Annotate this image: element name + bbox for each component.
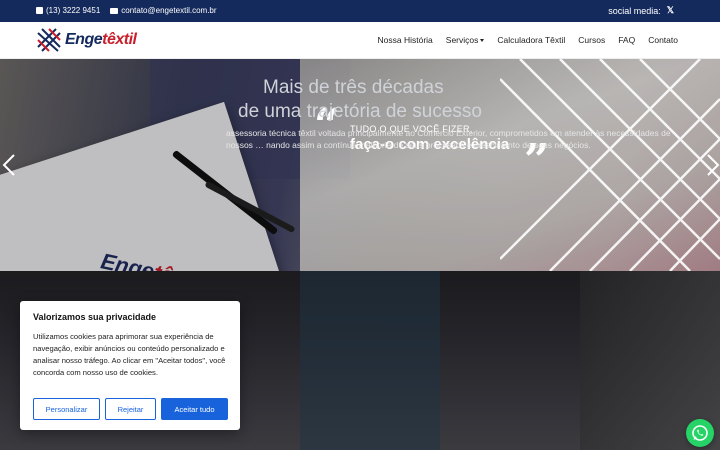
nav-item-servicos-label: Serviços: [445, 35, 479, 45]
customize-button[interactable]: Personalizar: [33, 398, 100, 420]
logo-text: Engetêxtil: [65, 31, 137, 49]
chevron-down-icon: [480, 39, 485, 43]
nav-item-historia[interactable]: Nossa História: [378, 35, 433, 45]
envelope-icon: [110, 7, 119, 14]
whatsapp-icon: [692, 425, 708, 441]
about-title-line1: Mais de três décadas: [263, 77, 444, 98]
about-text: assessoria técnica têxtil voltada princi…: [226, 128, 671, 150]
social-label: social media:: [608, 5, 661, 16]
reject-button[interactable]: Rejeitar: [105, 398, 156, 420]
site-logo[interactable]: Engetêxtil: [36, 27, 137, 53]
phone-contact[interactable]: (13) 3222 9451: [36, 6, 100, 15]
nav-item-cursos[interactable]: Cursos: [578, 35, 605, 45]
carousel-prev-icon[interactable]: [2, 154, 16, 176]
logo-text-part2: têxtil: [102, 31, 137, 48]
cookie-body: Utilizamos cookies para aprimorar sua ex…: [33, 332, 226, 377]
cookie-buttons: Personalizar Rejeitar Aceitar tudo: [33, 398, 228, 420]
cookie-title: Valorizamos sua privacidade: [33, 312, 157, 322]
carousel-next-icon[interactable]: [706, 154, 720, 176]
cookie-consent-banner: Valorizamos sua privacidade Utilizamos c…: [20, 301, 240, 430]
phone-icon: [36, 7, 43, 14]
whatsapp-button[interactable]: [686, 419, 714, 447]
nav-item-servicos[interactable]: Serviços: [446, 35, 485, 45]
top-bar: (13) 3222 9451 contato@engetextil.com.br…: [0, 0, 720, 22]
nav-menu: Nossa História Serviços Calculadora Têxt…: [378, 35, 679, 45]
logo-text-part1: Enge: [65, 31, 103, 48]
email-text: contato@engetextil.com.br: [121, 6, 217, 15]
accept-all-button[interactable]: Aceitar tudo: [161, 398, 228, 420]
nav-item-calculadora[interactable]: Calculadora Têxtil: [497, 35, 565, 45]
nav-item-faq[interactable]: FAQ: [618, 35, 635, 45]
x-icon[interactable]: 𝕏: [667, 5, 674, 16]
logo-mark-icon: [37, 28, 61, 52]
about-title-line2: de uma trajetória de sucesso: [238, 101, 482, 122]
contact-info: (13) 3222 9451 contato@engetextil.com.br: [36, 6, 217, 15]
social-media: social media: 𝕏: [608, 5, 674, 16]
nav-item-contato[interactable]: Contato: [648, 35, 678, 45]
phone-text: (13) 3222 9451: [46, 6, 101, 15]
about-title: Mais de três décadas de uma trajetória d…: [238, 76, 538, 124]
main-navbar: Engetêxtil Nossa História Serviços Calcu…: [0, 22, 720, 59]
email-contact[interactable]: contato@engetextil.com.br: [110, 6, 217, 15]
